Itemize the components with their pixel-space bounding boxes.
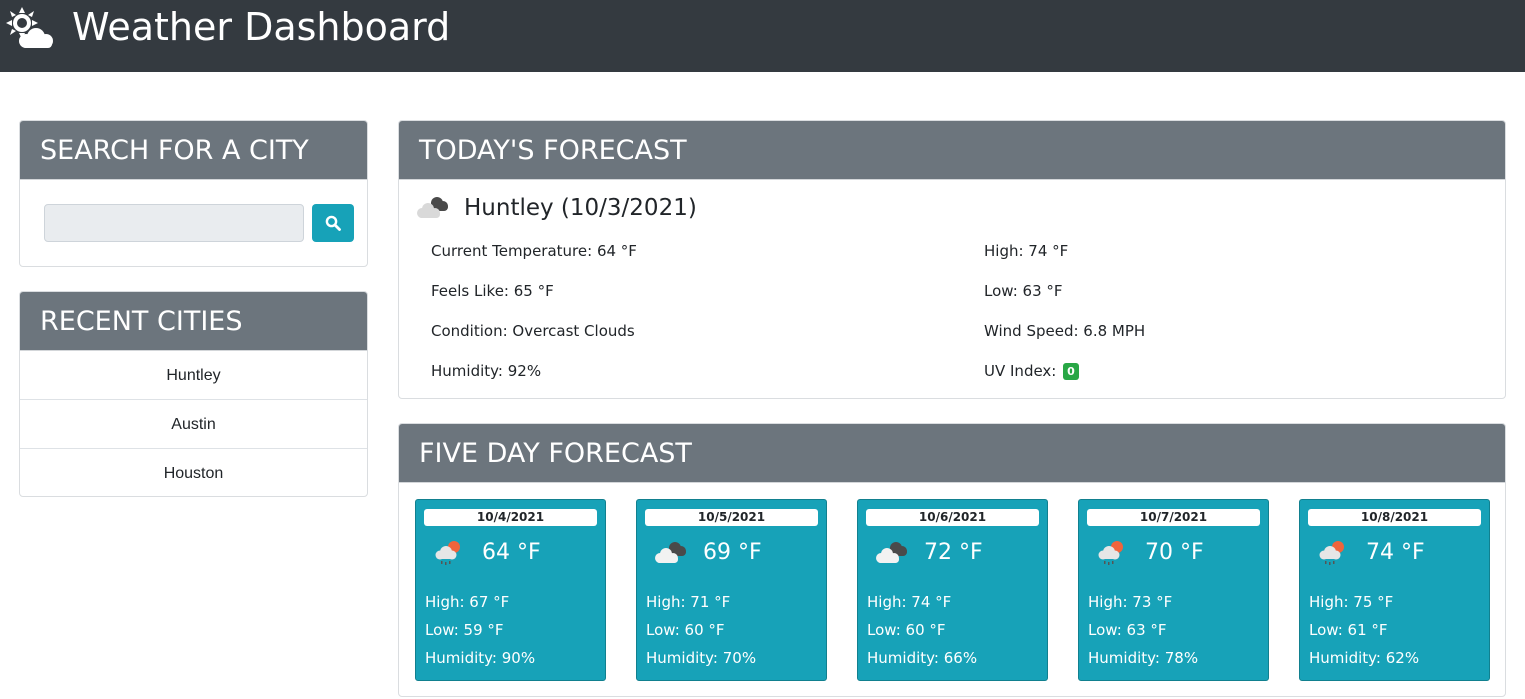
forecast-temp: 74 °F xyxy=(1366,540,1425,565)
todays-forecast-card: TODAY'S FORECAST Huntley (10/3/2021) Cur… xyxy=(398,120,1506,399)
recent-heading: RECENT CITIES xyxy=(20,292,367,351)
forecast-date: 10/6/2021 xyxy=(866,509,1039,526)
forecast-high: High: 67 °F xyxy=(425,593,510,611)
wind-speed: Wind Speed: 6.8 MPH xyxy=(984,322,1146,340)
search-button[interactable] xyxy=(312,204,354,242)
recent-city-list: Huntley Austin Houston xyxy=(20,351,367,496)
forecast-date: 10/8/2021 xyxy=(1308,509,1481,526)
current-temperature: Current Temperature: 64 °F xyxy=(431,242,637,260)
forecast-high: High: 73 °F xyxy=(1088,593,1173,611)
five-day-heading: FIVE DAY FORECAST xyxy=(399,424,1505,483)
overcast-clouds-icon xyxy=(415,193,451,221)
recent-cities-card: RECENT CITIES Huntley Austin Houston xyxy=(19,291,368,497)
recent-city-item[interactable]: Austin xyxy=(20,400,367,449)
uv-index-label: UV Index: xyxy=(984,362,1057,380)
forecast-temp: 70 °F xyxy=(1145,540,1204,565)
forecast-temp: 72 °F xyxy=(924,540,983,565)
recent-city-item[interactable]: Huntley xyxy=(20,351,367,400)
five-day-forecast-card: FIVE DAY FORECAST 10/4/2021 64 °F High: … xyxy=(398,423,1506,697)
forecast-high: High: 71 °F xyxy=(646,593,731,611)
navbar: Weather Dashboard xyxy=(0,0,1525,72)
forecast-day-card: 10/4/2021 64 °F High: 67 °F Low: 59 °F H… xyxy=(415,499,606,681)
search-icon xyxy=(325,215,341,231)
search-heading: SEARCH FOR A CITY xyxy=(20,121,367,180)
condition: Condition: Overcast Clouds xyxy=(431,322,635,340)
low-temperature: Low: 63 °F xyxy=(984,282,1063,300)
forecast-low: Low: 60 °F xyxy=(867,621,946,639)
rain-sun-icon xyxy=(1095,538,1131,568)
rain-sun-icon xyxy=(1316,538,1352,568)
feels-like: Feels Like: 65 °F xyxy=(431,282,554,300)
high-temperature: High: 74 °F xyxy=(984,242,1069,260)
uv-index-badge: 0 xyxy=(1063,363,1079,380)
app-title: Weather Dashboard xyxy=(72,5,451,49)
forecast-low: Low: 63 °F xyxy=(1088,621,1167,639)
forecast-humidity: Humidity: 90% xyxy=(425,649,536,667)
forecast-humidity: Humidity: 66% xyxy=(867,649,978,667)
broken-clouds-icon xyxy=(653,538,689,568)
broken-clouds-icon xyxy=(874,538,910,568)
forecast-day-card: 10/5/2021 69 °F High: 71 °F Low: 60 °F H… xyxy=(636,499,827,681)
forecast-high: High: 74 °F xyxy=(867,593,952,611)
sun-cloud-icon xyxy=(2,5,56,49)
search-card: SEARCH FOR A CITY xyxy=(19,120,368,267)
forecast-date: 10/5/2021 xyxy=(645,509,818,526)
forecast-humidity: Humidity: 62% xyxy=(1309,649,1420,667)
forecast-humidity: Humidity: 78% xyxy=(1088,649,1199,667)
forecast-low: Low: 60 °F xyxy=(646,621,725,639)
forecast-day-card: 10/7/2021 70 °F High: 73 °F Low: 63 °F H… xyxy=(1078,499,1269,681)
forecast-temp: 69 °F xyxy=(703,540,762,565)
forecast-low: Low: 59 °F xyxy=(425,621,504,639)
forecast-date: 10/7/2021 xyxy=(1087,509,1260,526)
humidity: Humidity: 92% xyxy=(431,362,542,380)
uv-index: UV Index: 0 xyxy=(984,361,1079,381)
forecast-low: Low: 61 °F xyxy=(1309,621,1388,639)
today-city-date: Huntley (10/3/2021) xyxy=(464,195,697,221)
rain-sun-icon xyxy=(432,538,468,568)
forecast-day-card: 10/6/2021 72 °F High: 74 °F Low: 60 °F H… xyxy=(857,499,1048,681)
forecast-humidity: Humidity: 70% xyxy=(646,649,757,667)
recent-city-item[interactable]: Houston xyxy=(20,449,367,496)
forecast-date: 10/4/2021 xyxy=(424,509,597,526)
city-search-input[interactable] xyxy=(44,204,304,242)
forecast-day-card: 10/8/2021 74 °F High: 75 °F Low: 61 °F H… xyxy=(1299,499,1490,681)
forecast-temp: 64 °F xyxy=(482,540,541,565)
forecast-high: High: 75 °F xyxy=(1309,593,1394,611)
today-heading: TODAY'S FORECAST xyxy=(399,121,1505,180)
